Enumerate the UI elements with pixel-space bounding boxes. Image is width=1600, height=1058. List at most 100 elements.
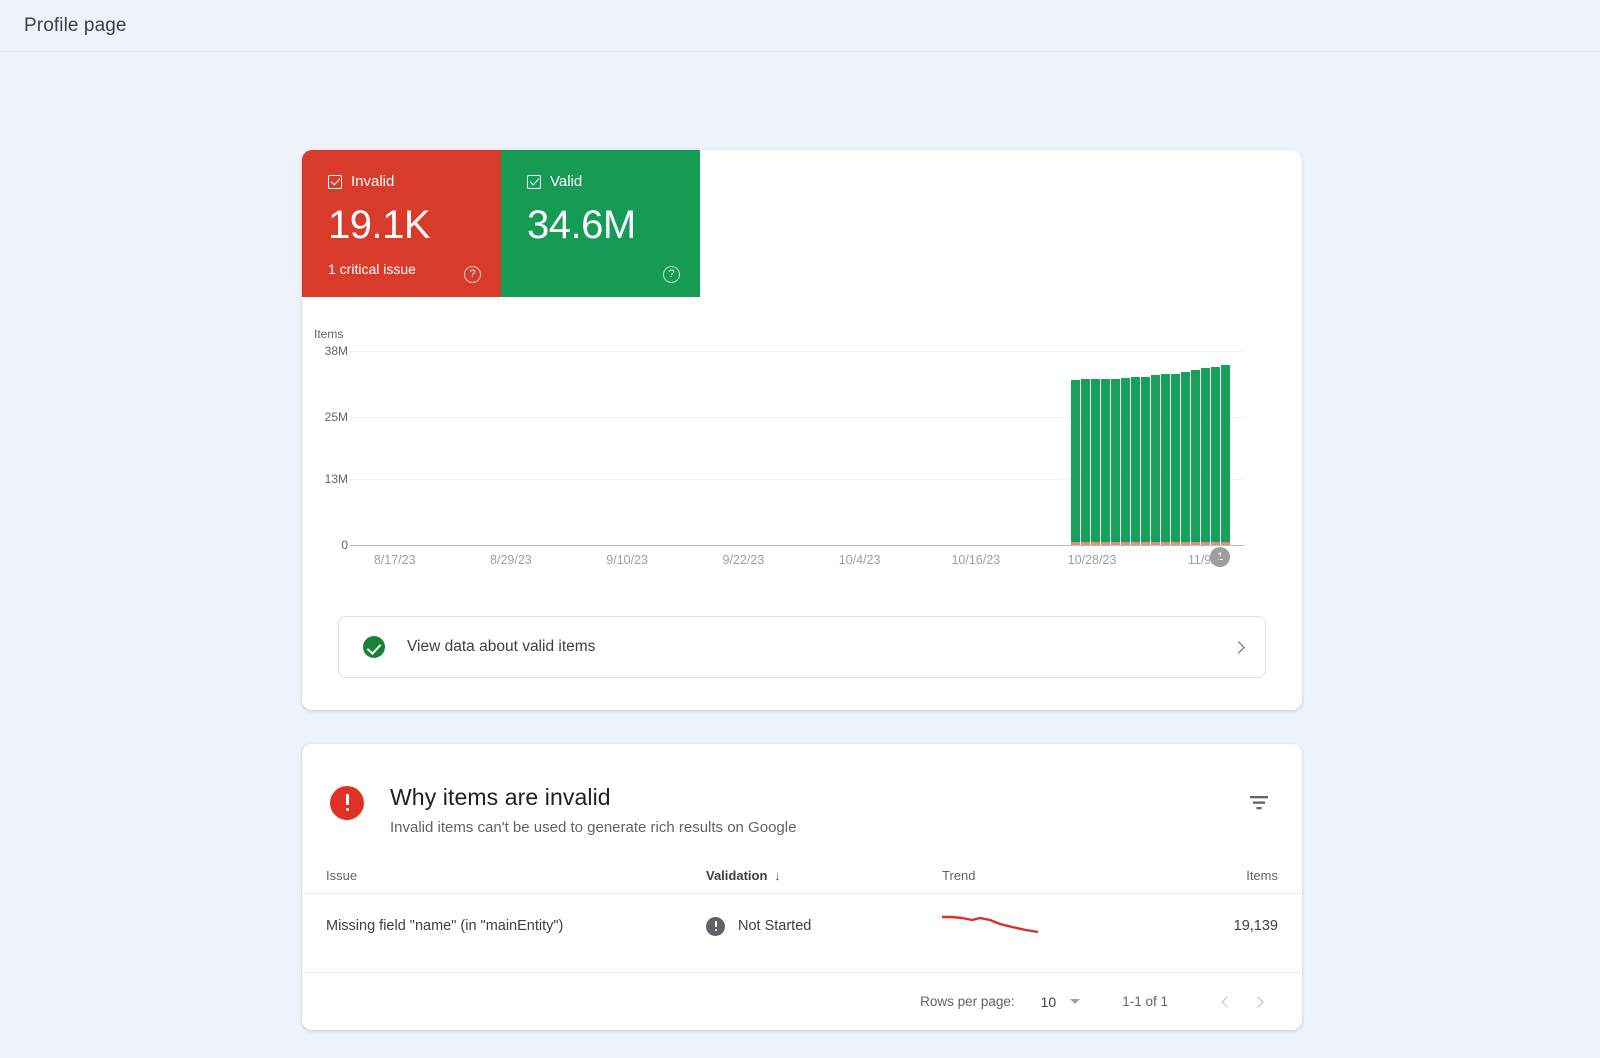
view-valid-items-row[interactable]: View data about valid items xyxy=(338,616,1266,678)
bar-segment-valid xyxy=(1071,380,1080,542)
chevron-right-icon xyxy=(1252,996,1263,1007)
bar-column[interactable] xyxy=(1161,351,1170,545)
bar-column[interactable] xyxy=(1121,351,1130,545)
next-page-button[interactable] xyxy=(1242,985,1276,1019)
x-tick-label: 8/29/23 xyxy=(490,553,532,567)
cell-items: 19,139 xyxy=(1178,894,1302,959)
bar-column[interactable] xyxy=(1181,351,1190,545)
chart-x-ticks: 8/17/238/29/239/10/239/22/2310/4/2310/16… xyxy=(350,553,1244,575)
bar-segment-valid xyxy=(1091,379,1100,542)
bar-segment-invalid xyxy=(1211,542,1220,545)
col-header-validation[interactable]: Validation↓ xyxy=(706,858,942,894)
metric-label-invalid: Invalid xyxy=(351,174,394,189)
x-tick-label: 9/22/23 xyxy=(723,553,765,567)
y-tick-label: 38M xyxy=(302,344,348,358)
bar-column[interactable] xyxy=(1151,351,1160,545)
bar-segment-invalid xyxy=(1111,542,1120,545)
metric-header-invalid: Invalid xyxy=(328,174,501,189)
bar-column[interactable] xyxy=(1071,351,1080,545)
bar-column[interactable] xyxy=(1141,351,1150,545)
metric-value-invalid: 19.1K xyxy=(328,205,501,245)
checkbox-valid[interactable] xyxy=(527,175,541,189)
x-tick-label: 11/9/23 xyxy=(1188,553,1229,567)
bar-segment-invalid xyxy=(1201,542,1210,545)
invalid-section-texts: Why items are invalid Invalid items can'… xyxy=(390,784,1246,836)
gridline xyxy=(350,545,1244,546)
bar-segment-valid xyxy=(1171,374,1180,542)
why-items-are-invalid-card: Why items are invalid Invalid items can'… xyxy=(302,744,1302,1030)
y-tick-label: 0 xyxy=(302,538,348,552)
y-tick-label: 25M xyxy=(302,410,348,424)
bar-column[interactable] xyxy=(1211,351,1220,545)
invalid-section-header: Why items are invalid Invalid items can'… xyxy=(302,744,1302,836)
summary-card: Invalid 19.1K 1 critical issue ? Valid 3… xyxy=(302,150,1302,710)
invalid-section-subtitle: Invalid items can't be used to generate … xyxy=(390,819,1246,836)
bar-segment-valid xyxy=(1131,377,1140,542)
x-tick-label: 10/4/23 xyxy=(839,553,881,567)
metric-tile-valid[interactable]: Valid 34.6M ? xyxy=(501,150,700,297)
issues-table: Issue Validation↓ Trend Items Missing fi… xyxy=(302,858,1302,958)
bar-segment-invalid xyxy=(1131,542,1140,545)
issues-table-header-row: Issue Validation↓ Trend Items xyxy=(302,858,1302,894)
bar-column[interactable] xyxy=(1101,351,1110,545)
bar-column[interactable] xyxy=(1131,351,1140,545)
metric-tile-invalid[interactable]: Invalid 19.1K 1 critical issue ? xyxy=(302,150,501,297)
metric-value-valid: 34.6M xyxy=(527,205,700,245)
bar-segment-invalid xyxy=(1141,542,1150,545)
bar-column[interactable] xyxy=(1191,351,1200,545)
filter-icon[interactable] xyxy=(1246,792,1272,812)
bar-segment-invalid xyxy=(1171,542,1180,545)
table-row[interactable]: Missing field "name" (in "mainEntity") N… xyxy=(302,894,1302,959)
x-tick-label: 8/17/23 xyxy=(374,553,416,567)
col-header-trend[interactable]: Trend xyxy=(942,858,1178,894)
bar-segment-valid xyxy=(1211,367,1220,542)
check-circle-icon xyxy=(363,636,385,658)
bar-segment-invalid xyxy=(1101,542,1110,545)
col-header-items[interactable]: Items xyxy=(1178,858,1302,894)
bar-segment-valid xyxy=(1141,377,1150,542)
bar-segment-valid xyxy=(1221,365,1230,542)
bar-segment-valid xyxy=(1161,374,1170,542)
view-valid-items-label: View data about valid items xyxy=(407,638,1234,656)
rows-per-page-label: Rows per page: xyxy=(920,994,1015,1009)
bar-segment-valid xyxy=(1121,378,1130,542)
help-circle-icon-invalid[interactable]: ? xyxy=(464,266,481,283)
bar-column[interactable] xyxy=(1091,351,1100,545)
checkbox-invalid[interactable] xyxy=(328,175,342,189)
chart-y-axis-title: Items xyxy=(314,327,343,341)
col-header-issue[interactable]: Issue xyxy=(302,858,706,894)
metric-tiles: Invalid 19.1K 1 critical issue ? Valid 3… xyxy=(302,150,1302,297)
cell-validation: Not Started xyxy=(706,894,942,959)
page-root: Profile page Invalid 19.1K 1 critical is… xyxy=(0,0,1600,1058)
info-circle-icon xyxy=(706,917,725,936)
x-tick-label: 10/28/23 xyxy=(1068,553,1117,567)
bar-column[interactable] xyxy=(1081,351,1090,545)
chart-plot-area: 1 xyxy=(350,351,1244,545)
bar-segment-valid xyxy=(1101,379,1110,542)
chevron-down-icon[interactable] xyxy=(1070,999,1080,1004)
help-circle-icon-valid[interactable]: ? xyxy=(663,266,680,283)
sort-arrow-down-icon: ↓ xyxy=(774,869,780,883)
chevron-left-icon xyxy=(1221,996,1232,1007)
y-tick-label: 13M xyxy=(302,472,348,486)
top-bar: Profile page xyxy=(0,0,1600,52)
chevron-right-icon[interactable] xyxy=(1232,641,1245,654)
previous-page-button[interactable] xyxy=(1208,985,1242,1019)
bar-column[interactable] xyxy=(1171,351,1180,545)
bar-column[interactable] xyxy=(1201,351,1210,545)
bar-segment-invalid xyxy=(1151,542,1160,545)
bar-segment-invalid xyxy=(1071,542,1080,545)
bar-segment-invalid xyxy=(1191,542,1200,545)
bar-segment-valid xyxy=(1151,375,1160,542)
cell-trend xyxy=(942,894,1178,959)
validation-status: Not Started xyxy=(706,917,942,936)
page-title: Profile page xyxy=(24,15,127,37)
metric-label-valid: Valid xyxy=(550,174,582,189)
bar-column[interactable] xyxy=(1221,351,1230,545)
cell-issue: Missing field "name" (in "mainEntity") xyxy=(302,894,706,959)
bar-segment-invalid xyxy=(1091,542,1100,545)
bar-segment-invalid xyxy=(1161,542,1170,545)
bar-segment-invalid xyxy=(1081,542,1090,545)
rows-per-page-value[interactable]: 10 xyxy=(1041,994,1057,1010)
bar-column[interactable] xyxy=(1111,351,1120,545)
